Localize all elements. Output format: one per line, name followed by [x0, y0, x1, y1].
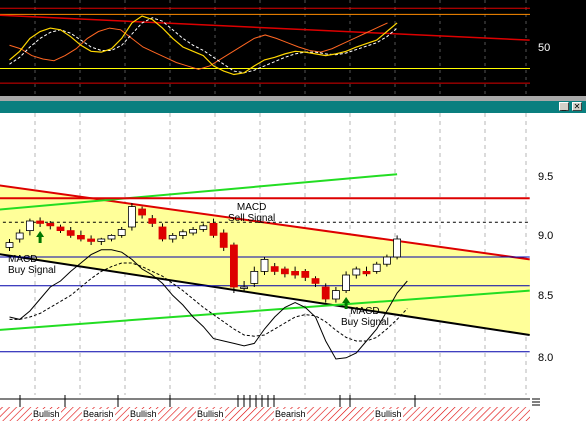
candle	[382, 256, 391, 265]
candle	[260, 258, 269, 272]
candle	[280, 268, 289, 275]
candle	[77, 235, 85, 240]
signal-axis-marks	[532, 398, 540, 406]
price-panel[interactable]: MACD Sell Signal MACD Buy Signal MACD Bu…	[0, 113, 530, 395]
candle	[301, 270, 310, 278]
candle	[331, 290, 340, 300]
candle	[342, 274, 351, 292]
signal-segment-label: Bearish	[274, 409, 307, 419]
macd-buy-signal-label: MACD Buy Signal	[8, 254, 56, 276]
candle	[87, 238, 95, 242]
signal-hatch-band	[0, 407, 530, 421]
oscillator-panel[interactable]	[0, 0, 530, 96]
candle	[393, 238, 402, 258]
chart-window: 50 _ ✕ MACD Sell Signal MACD Buy Signal …	[0, 0, 586, 421]
candle	[199, 225, 208, 230]
candle	[209, 223, 218, 236]
candle	[229, 244, 238, 288]
price-plot	[0, 113, 530, 395]
candle	[168, 235, 177, 240]
candle	[240, 286, 249, 289]
candle	[56, 226, 65, 231]
price-axis-label: 9.5	[538, 171, 554, 183]
signal-segment-label: Bullish	[129, 409, 158, 419]
candle	[127, 206, 136, 228]
oscillator-axis: 50	[530, 0, 586, 96]
close-button[interactable]: ✕	[572, 102, 582, 111]
candle	[117, 229, 126, 236]
osc-axis-label: 50	[538, 42, 551, 54]
candle	[138, 208, 147, 216]
signal-segment-label: Bullish	[196, 409, 225, 419]
macd-buy-signal-label: MACD Buy Signal	[341, 306, 389, 328]
candle	[250, 270, 259, 284]
candle	[158, 226, 167, 240]
candle	[352, 268, 361, 276]
signal-strip[interactable]: Bullish Bearish Bullish Bullish Bearish …	[0, 395, 530, 421]
candle	[291, 270, 300, 276]
candle	[362, 270, 371, 275]
minimize-button[interactable]: _	[559, 102, 569, 111]
candle	[15, 232, 24, 240]
candle	[311, 278, 320, 284]
candle	[97, 238, 106, 242]
candle	[5, 242, 14, 248]
candle	[270, 266, 279, 272]
candle	[189, 229, 198, 234]
price-axis-label: 9.0	[538, 230, 554, 242]
signal-strip-plot	[0, 395, 530, 421]
rsi-line	[9, 22, 388, 70]
pane-title-bar[interactable]: _ ✕	[0, 101, 586, 113]
close-icon: ✕	[573, 102, 581, 111]
minimize-icon: _	[561, 102, 567, 111]
macd-sell-signal-label: MACD Sell Signal	[228, 202, 276, 224]
price-axis-label: 8.5	[538, 290, 554, 302]
osc-trendline	[0, 14, 530, 41]
candle	[321, 286, 330, 300]
price-axis: 9.5 9.0 8.5 8.0	[530, 113, 586, 395]
signal-segment-label: Bullish	[32, 409, 61, 419]
price-axis-label: 8.0	[538, 352, 554, 364]
candle	[107, 235, 116, 240]
candle	[36, 220, 44, 224]
signal-segment-label: Bullish	[374, 409, 403, 419]
signal-axis	[530, 395, 586, 421]
candle	[46, 223, 55, 227]
candle	[148, 218, 157, 224]
oscillator-plot	[0, 0, 530, 96]
candle	[66, 230, 75, 236]
candle	[25, 220, 34, 232]
candle	[178, 231, 187, 236]
signal-segment-label: Bearish	[82, 409, 115, 419]
candle	[372, 263, 381, 272]
